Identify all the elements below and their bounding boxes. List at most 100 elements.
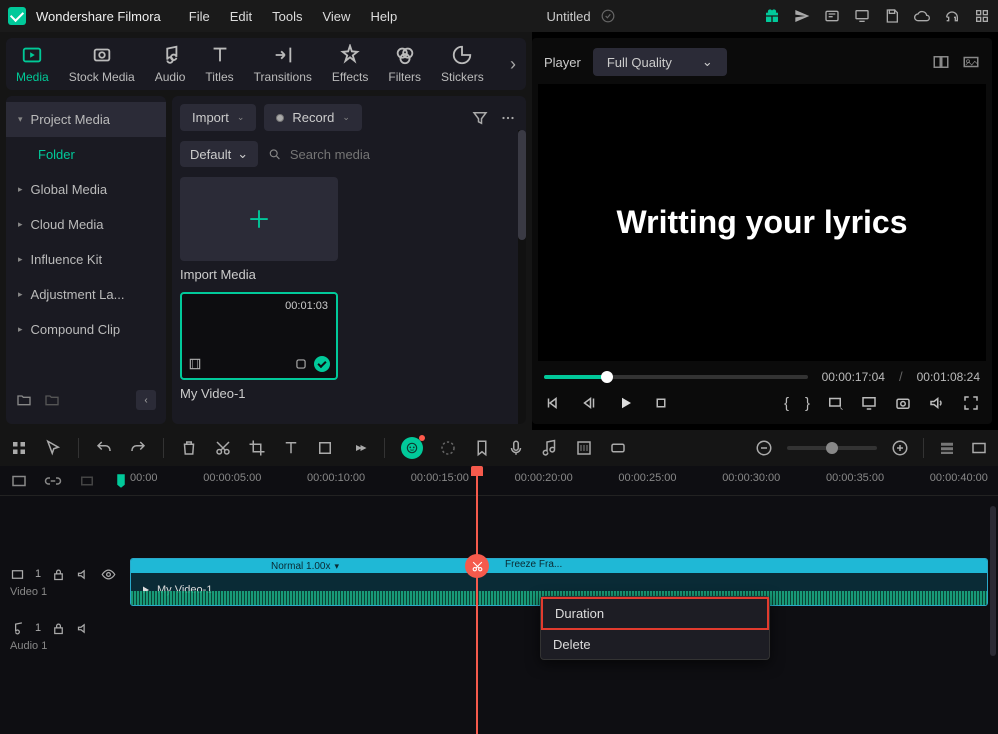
tab-filters[interactable]: Filters [388,44,421,84]
timeline-scrollbar-thumb[interactable] [990,506,996,656]
mic-icon[interactable] [507,439,525,457]
mark-in-icon[interactable]: { [784,395,789,412]
mute-icon[interactable] [76,621,91,636]
tl-marker-icon[interactable] [112,472,130,490]
timeline-ruler[interactable]: 00:00 00:00:05:00 00:00:10:00 00:00:15:0… [130,472,988,490]
snapshot-frame-icon[interactable] [962,53,980,71]
menu-edit[interactable]: Edit [230,9,252,24]
mark-out-icon[interactable]: } [805,395,810,412]
sidebar-item-project-media[interactable]: ▾Project Media [6,102,166,137]
camera-icon[interactable] [894,394,912,412]
sidebar-item-compound-clip[interactable]: ▸Compound Clip [6,312,166,347]
record-button[interactable]: Record⌄ [264,104,361,131]
chevron-down-icon[interactable]: ▾ [334,561,339,572]
display-export-icon[interactable] [860,394,878,412]
sidebar-item-global-media[interactable]: ▸Global Media [6,172,166,207]
text-tool-icon[interactable] [282,439,300,457]
bookmark-icon[interactable] [473,439,491,457]
resize-icon[interactable] [316,439,334,457]
tab-stickers[interactable]: Stickers [441,44,484,84]
music-note-icon[interactable] [541,439,559,457]
sidebar-item-cloud-media[interactable]: ▸Cloud Media [6,207,166,242]
tl-media-icon[interactable] [10,472,28,490]
player-preview[interactable]: Writting your lyrics [538,84,986,361]
compare-view-icon[interactable] [932,53,950,71]
sidebar-collapse-button[interactable]: ‹ [136,390,156,410]
sidebar-item-influence-kit[interactable]: ▸Influence Kit [6,242,166,277]
menu-help[interactable]: Help [370,9,397,24]
lock-icon[interactable] [51,621,66,636]
player-quality-select[interactable]: Full Quality⌄ [593,48,727,76]
more-icon[interactable] [498,108,518,128]
stop-icon[interactable] [652,394,670,412]
player-time-total: 00:01:08:24 [917,370,980,384]
playhead-cut-button[interactable] [465,554,489,578]
caption-box-icon[interactable] [609,439,627,457]
new-bin-icon[interactable] [44,392,60,408]
tab-stock-media[interactable]: Stock Media [69,44,135,84]
sidebar-item-adjustment-layer[interactable]: ▸Adjustment La... [6,277,166,312]
settings-small-icon[interactable] [294,357,308,371]
crop-icon[interactable] [248,439,266,457]
fullscreen-icon[interactable] [962,394,980,412]
aspect-ratio-icon[interactable] [826,394,844,412]
track-view-icon[interactable] [938,439,956,457]
sort-default-button[interactable]: Default⌄ [180,141,258,167]
tab-titles[interactable]: Titles [205,44,233,84]
message-icon[interactable] [824,8,840,24]
monitor-icon[interactable] [854,8,870,24]
cloud-icon[interactable] [914,8,930,24]
ai-tools-button[interactable] [401,437,423,459]
tl-link-icon[interactable] [44,472,62,490]
prev-frame-icon[interactable] [544,394,562,412]
video-track-index: 1 [35,568,41,580]
saved-check-icon [601,9,615,23]
widgets-icon[interactable] [10,439,28,457]
undo-icon[interactable] [95,439,113,457]
mixer-icon[interactable] [575,439,593,457]
menu-view[interactable]: View [322,9,350,24]
zoom-in-icon[interactable] [891,439,909,457]
search-input[interactable] [290,147,518,162]
play-icon[interactable] [616,394,634,412]
fit-zoom-icon[interactable] [970,439,988,457]
apps-grid-icon[interactable] [974,8,990,24]
zoom-out-icon[interactable] [755,439,773,457]
context-menu-duration[interactable]: Duration [541,597,769,630]
import-media-slot[interactable] [180,177,338,261]
redo-icon[interactable] [129,439,147,457]
color-icon[interactable] [439,439,457,457]
volume-icon[interactable] [928,394,946,412]
tab-effects[interactable]: Effects [332,44,368,84]
tab-audio[interactable]: Audio [155,44,186,84]
filter-icon[interactable] [470,108,490,128]
tab-transitions[interactable]: Transitions [254,44,312,84]
context-menu-delete[interactable]: Delete [541,630,769,659]
menu-file[interactable]: File [189,9,210,24]
play-backward-icon[interactable] [580,394,598,412]
new-folder-icon[interactable] [16,392,32,408]
lock-icon[interactable] [51,567,66,582]
media-clip-thumbnail[interactable]: 00:01:03 [180,292,338,380]
import-button[interactable]: Import⌄ [180,104,256,131]
headphones-icon[interactable] [944,8,960,24]
playhead[interactable] [476,466,478,734]
media-scrollbar-thumb[interactable] [518,130,526,240]
mute-icon[interactable] [76,567,91,582]
send-icon[interactable] [794,8,810,24]
select-tool-icon[interactable] [44,439,62,457]
save-icon[interactable] [884,8,900,24]
tabs-scroll-right-icon[interactable]: › [510,54,516,75]
chevron-down-icon: ⌄ [702,54,713,70]
cut-icon[interactable] [214,439,232,457]
visibility-icon[interactable] [101,567,116,582]
player-progress-slider[interactable] [544,375,808,379]
tab-media[interactable]: Media [16,44,49,84]
playhead-head-icon[interactable] [471,466,483,476]
zoom-slider[interactable] [787,446,877,450]
delete-icon[interactable] [180,439,198,457]
sidebar-item-folder[interactable]: Folder [6,137,166,172]
menu-tools[interactable]: Tools [272,9,302,24]
gift-icon[interactable] [764,8,780,24]
more-tools-icon[interactable] [350,439,368,457]
